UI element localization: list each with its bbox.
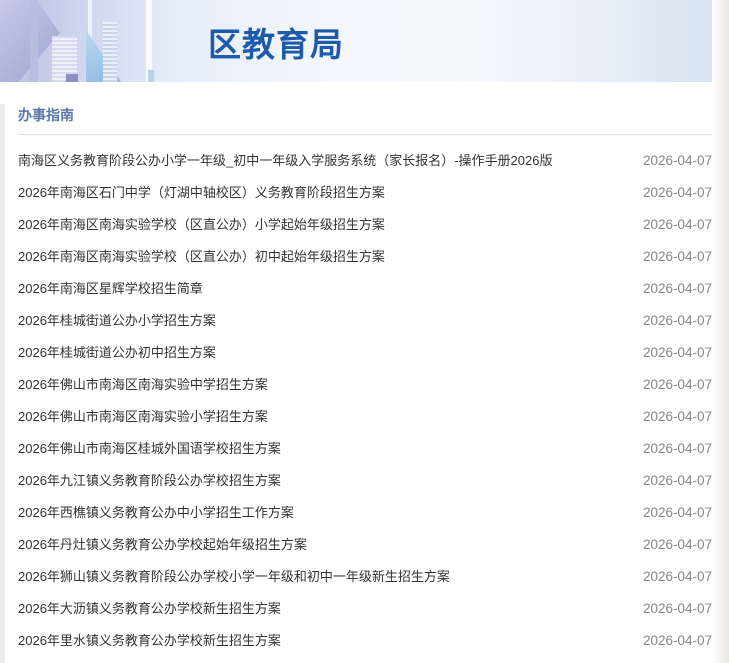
list-item: 2026年里水镇义务教育公办学校新生招生方案 2026-04-07 (18, 625, 712, 657)
list-item: 2026年九江镇义务教育阶段公办学校招生方案 2026-04-07 (18, 465, 712, 497)
article-link[interactable]: 2026年南海区南海实验学校（区直公办）小学起始年级招生方案 (18, 209, 385, 241)
list-item: 2026年大沥镇义务教育公办学校新生招生方案 2026-04-07 (18, 593, 712, 625)
article-link[interactable]: 2026年桂城街道公办初中招生方案 (18, 337, 216, 369)
article-link[interactable]: 2026年佛山市南海区桂城外国语学校招生方案 (18, 433, 281, 465)
article-date: 2026-04-07 (642, 601, 712, 616)
article-link[interactable]: 2026年九江镇义务教育阶段公办学校招生方案 (18, 465, 281, 497)
article-date: 2026-04-07 (642, 185, 712, 200)
list-item: 南海区义务教育阶段公办小学一年级_初中一年级入学服务系统（家长报名）-操作手册2… (18, 145, 712, 177)
site-title: 区教育局 (208, 26, 344, 63)
article-date: 2026-04-07 (642, 153, 712, 168)
list-item: 2026年佛山市南海区南海实验中学招生方案 2026-04-07 (18, 369, 712, 401)
article-link[interactable]: 2026年南海区石门中学（灯湖中轴校区）义务教育阶段招生方案 (18, 177, 385, 209)
left-sidebar-strip (0, 104, 5, 663)
banner-decoration (148, 70, 154, 82)
article-date: 2026-04-07 (642, 473, 712, 488)
list-item: 2026年桂城街道公办小学招生方案 2026-04-07 (18, 305, 712, 337)
article-date: 2026-04-07 (642, 633, 712, 648)
article-link[interactable]: 2026年佛山市南海区南海实验中学招生方案 (18, 369, 268, 401)
article-date: 2026-04-07 (642, 377, 712, 392)
article-list: 南海区义务教育阶段公办小学一年级_初中一年级入学服务系统（家长报名）-操作手册2… (18, 145, 712, 657)
page-right-margin (712, 0, 729, 663)
list-item: 2026年桂城街道公办初中招生方案 2026-04-07 (18, 337, 712, 369)
article-link[interactable]: 2026年狮山镇义务教育阶段公办学校小学一年级和初中一年级新生招生方案 (18, 561, 450, 593)
article-date: 2026-04-07 (642, 409, 712, 424)
list-item: 2026年西樵镇义务教育公办中小学招生工作方案 2026-04-07 (18, 497, 712, 529)
list-item: 2026年南海区星辉学校招生简章 2026-04-07 (18, 273, 712, 305)
list-item: 2026年佛山市南海区桂城外国语学校招生方案 2026-04-07 (18, 433, 712, 465)
article-date: 2026-04-07 (642, 569, 712, 584)
list-item: 2026年狮山镇义务教育阶段公办学校小学一年级和初中一年级新生招生方案 2026-… (18, 561, 712, 593)
article-date: 2026-04-07 (642, 441, 712, 456)
list-item: 2026年佛山市南海区南海实验小学招生方案 2026-04-07 (18, 401, 712, 433)
banner-building (103, 22, 117, 82)
article-date: 2026-04-07 (642, 281, 712, 296)
list-item: 2026年南海区南海实验学校（区直公办）初中起始年级招生方案 2026-04-07 (18, 241, 712, 273)
list-item: 2026年南海区石门中学（灯湖中轴校区）义务教育阶段招生方案 2026-04-07 (18, 177, 712, 209)
article-link[interactable]: 南海区义务教育阶段公办小学一年级_初中一年级入学服务系统（家长报名）-操作手册2… (18, 145, 552, 177)
article-link[interactable]: 2026年桂城街道公办小学招生方案 (18, 305, 216, 337)
banner-decoration (66, 74, 78, 82)
article-date: 2026-04-07 (642, 249, 712, 264)
header-banner: 区教育局 (0, 0, 712, 82)
article-link[interactable]: 2026年大沥镇义务教育公办学校新生招生方案 (18, 593, 281, 625)
article-link[interactable]: 2026年南海区南海实验学校（区直公办）初中起始年级招生方案 (18, 241, 385, 273)
banner-decoration (30, 0, 38, 82)
article-link[interactable]: 2026年西樵镇义务教育公办中小学招生工作方案 (18, 497, 294, 529)
article-date: 2026-04-07 (642, 217, 712, 232)
article-date: 2026-04-07 (642, 537, 712, 552)
article-date: 2026-04-07 (642, 505, 712, 520)
list-item: 2026年丹灶镇义务教育公办学校起始年级招生方案 2026-04-07 (18, 529, 712, 561)
article-link[interactable]: 2026年南海区星辉学校招生简章 (18, 273, 203, 305)
article-link[interactable]: 2026年佛山市南海区南海实验小学招生方案 (18, 401, 268, 433)
article-link[interactable]: 2026年丹灶镇义务教育公办学校起始年级招生方案 (18, 529, 307, 561)
article-date: 2026-04-07 (642, 313, 712, 328)
section-title: 办事指南 (18, 104, 712, 135)
article-date: 2026-04-07 (642, 345, 712, 360)
article-link[interactable]: 2026年里水镇义务教育公办学校新生招生方案 (18, 625, 281, 657)
list-item: 2026年南海区南海实验学校（区直公办）小学起始年级招生方案 2026-04-07 (18, 209, 712, 241)
guide-section: 办事指南 南海区义务教育阶段公办小学一年级_初中一年级入学服务系统（家长报名）-… (18, 104, 712, 657)
